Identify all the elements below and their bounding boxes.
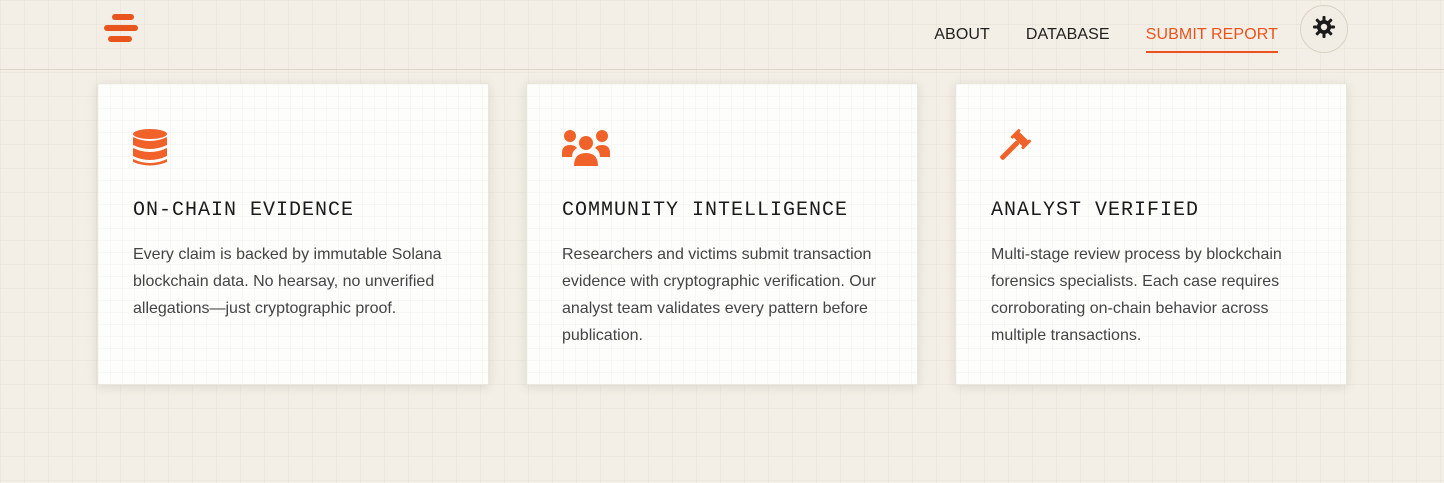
feature-description: Every claim is backed by immutable Solan…: [133, 246, 442, 317]
gavel-icon: [991, 128, 1039, 169]
users-group-icon: [562, 129, 610, 169]
feature-card-community-intelligence: COMMUNITY INTELLIGENCE Researchers and v…: [526, 83, 918, 385]
stacked-bars-logo-icon[interactable]: [104, 14, 138, 44]
database-icon: [133, 129, 181, 169]
theme-toggle-button[interactable]: [1300, 5, 1348, 53]
feature-title: ANALYST VERIFIED: [991, 199, 1200, 222]
feature-title: COMMUNITY INTELLIGENCE: [562, 199, 849, 222]
feature-card-analyst-verified: ANALYST VERIFIED Multi-stage review proc…: [955, 83, 1347, 385]
feature-description: Multi-stage review process by blockchain…: [991, 246, 1282, 344]
nav-database-link[interactable]: DATABASE: [1026, 26, 1110, 44]
top-header: ABOUT DATABASE SUBMIT REPORT: [0, 0, 1444, 70]
gear-icon: [1312, 15, 1336, 44]
feature-description: Researchers and victims submit transacti…: [562, 246, 876, 344]
feature-title: ON-CHAIN EVIDENCE: [133, 199, 355, 222]
nav-about-link[interactable]: ABOUT: [934, 26, 990, 44]
main-nav: ABOUT DATABASE SUBMIT REPORT: [898, 0, 1279, 69]
nav-submit-report-link[interactable]: SUBMIT REPORT: [1145, 26, 1279, 53]
feature-card-on-chain-evidence: ON-CHAIN EVIDENCE Every claim is backed …: [97, 83, 489, 385]
